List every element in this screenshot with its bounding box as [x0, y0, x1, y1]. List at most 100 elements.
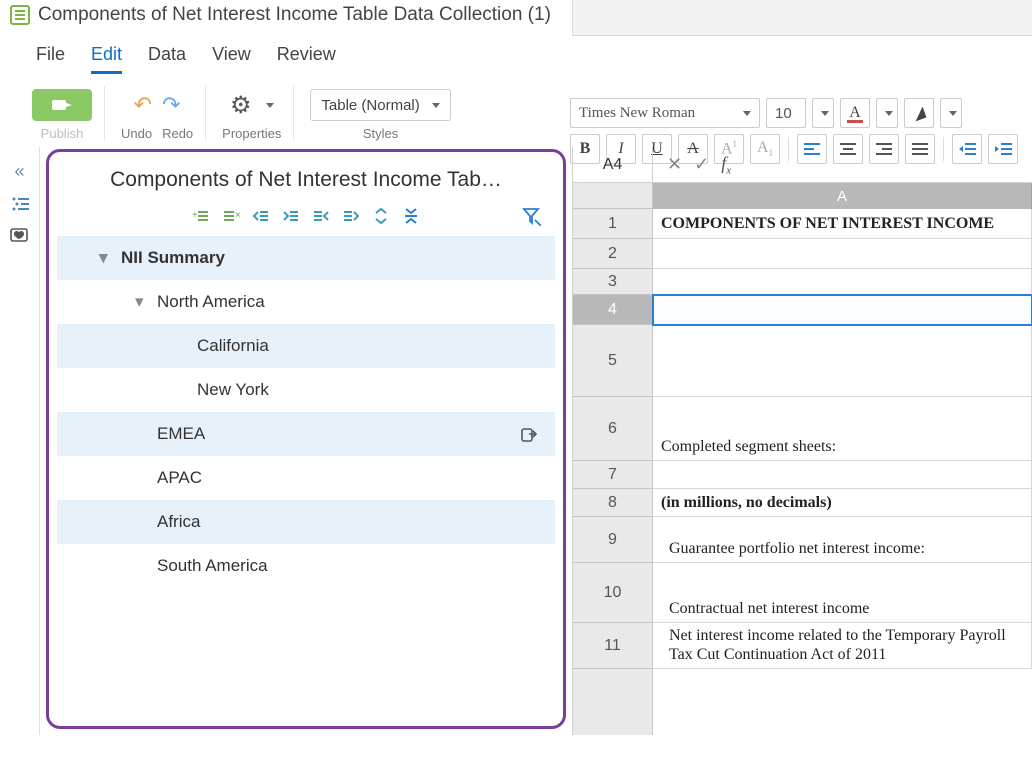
outline-title: Components of Net Interest Income Tab…	[57, 162, 555, 202]
tree-item-new-york[interactable]: New York	[57, 368, 555, 412]
svg-text:+: +	[192, 210, 198, 221]
favorites-rail-icon[interactable]	[10, 226, 30, 244]
header-gray-strip	[572, 0, 1032, 36]
publish-button[interactable]	[32, 89, 92, 121]
cell[interactable]	[653, 239, 1032, 269]
indent-icon[interactable]	[281, 206, 301, 226]
move-right-icon[interactable]	[341, 206, 361, 226]
cancel-edit-icon[interactable]: ✕	[667, 154, 682, 175]
tree-label: NII Summary	[121, 248, 225, 268]
properties-label: Properties	[222, 126, 281, 141]
publish-label: Publish	[41, 126, 84, 141]
cell[interactable]	[653, 295, 1032, 325]
add-section-icon[interactable]: +	[191, 206, 211, 226]
caret-down-icon: ▾	[99, 248, 111, 268]
confirm-edit-icon[interactable]: ✓	[694, 154, 709, 175]
redo-icon[interactable]: ↷	[162, 92, 180, 118]
font-color-button[interactable]: A	[840, 98, 870, 128]
spreadsheet-panel: A4 ✕ ✓ fx 1234567891011 A COMPONENTS OF …	[572, 147, 1032, 735]
outline-panel: Components of Net Interest Income Tab… +…	[46, 149, 566, 729]
name-box[interactable]: A4	[573, 147, 653, 182]
tree-label: EMEA	[157, 424, 205, 444]
caret-down-icon: ▾	[135, 292, 147, 312]
gear-icon[interactable]: ⚙	[230, 91, 252, 120]
tree-item-nii-summary[interactable]: ▾ NII Summary	[57, 236, 555, 280]
menu-data[interactable]: Data	[148, 44, 186, 74]
tree-item-south-america[interactable]: South America	[57, 544, 555, 588]
formula-bar: A4 ✕ ✓ fx	[573, 147, 1032, 183]
row-header[interactable]: 5	[573, 325, 652, 397]
menu-edit[interactable]: Edit	[91, 44, 122, 74]
collapse-rail-icon[interactable]: «	[14, 161, 24, 182]
menu-bar: File Edit Data View Review	[0, 36, 1032, 80]
row-header[interactable]: 7	[573, 461, 652, 489]
fill-color-button[interactable]: ◢	[904, 98, 934, 128]
font-family-select[interactable]: Times New Roman	[570, 98, 760, 128]
style-select-value: Table (Normal)	[321, 97, 419, 114]
fill-color-caret[interactable]	[940, 98, 962, 128]
link-out-icon[interactable]	[521, 426, 537, 442]
tree-item-africa[interactable]: Africa	[57, 500, 555, 544]
expand-icon[interactable]	[371, 206, 391, 226]
redo-label: Redo	[162, 126, 193, 141]
cell[interactable]: COMPONENTS OF NET INTEREST INCOME	[653, 209, 1032, 239]
row-header[interactable]: 8	[573, 489, 652, 517]
tree-item-emea[interactable]: EMEA	[57, 412, 555, 456]
svg-text:×: ×	[235, 210, 240, 221]
tree-label: New York	[197, 380, 269, 400]
row-header[interactable]: 2	[573, 239, 652, 269]
cell[interactable]: Guarantee portfolio net interest income:	[653, 517, 1032, 563]
undo-icon[interactable]: ↶	[134, 92, 152, 118]
tree-item-north-america[interactable]: ▾ North America	[57, 280, 555, 324]
document-icon	[10, 5, 30, 25]
move-left-icon[interactable]	[311, 206, 331, 226]
fx-icon[interactable]: fx	[721, 153, 731, 177]
outline-toolbar: + ×	[57, 202, 555, 236]
cell[interactable]	[653, 461, 1032, 489]
font-size-input[interactable]: 10	[766, 98, 806, 128]
tree-item-apac[interactable]: APAC	[57, 456, 555, 500]
font-size-value: 10	[775, 105, 792, 122]
row-header[interactable]: 9	[573, 517, 652, 563]
row-header[interactable]: 3	[573, 269, 652, 295]
undo-label: Undo	[121, 126, 152, 141]
tree-item-california[interactable]: California	[57, 324, 555, 368]
document-title: Components of Net Interest Income Table …	[38, 4, 551, 26]
font-color-caret[interactable]	[876, 98, 898, 128]
cell[interactable]: Net interest income related to the Tempo…	[653, 623, 1032, 669]
col-header-a[interactable]: A	[653, 183, 1032, 209]
row-header[interactable]: 4	[573, 295, 652, 325]
style-select[interactable]: Table (Normal)	[310, 89, 450, 121]
cell[interactable]: Completed segment sheets:	[653, 397, 1032, 461]
row-header[interactable]: 11	[573, 623, 652, 669]
cell[interactable]	[653, 269, 1032, 295]
menu-review[interactable]: Review	[277, 44, 336, 74]
remove-section-icon[interactable]: ×	[221, 206, 241, 226]
cell[interactable]: Contractual net interest income	[653, 563, 1032, 623]
tree-label: California	[197, 336, 269, 356]
outdent-icon[interactable]	[251, 206, 271, 226]
tree-label: Africa	[157, 512, 200, 532]
font-size-caret[interactable]	[812, 98, 834, 128]
style-caret-icon	[432, 103, 440, 108]
row-header[interactable]: 1	[573, 209, 652, 239]
grid[interactable]: 1234567891011 A COMPONENTS OF NET INTERE…	[573, 183, 1032, 735]
font-family-caret-icon	[743, 111, 751, 116]
menu-view[interactable]: View	[212, 44, 251, 74]
row-headers: 1234567891011	[573, 183, 653, 735]
cell[interactable]: (in millions, no decimals)	[653, 489, 1032, 517]
outline-tree: ▾ NII Summary ▾ North America California…	[57, 236, 555, 588]
outline-rail-icon[interactable]	[11, 196, 29, 212]
properties-caret-icon[interactable]	[266, 103, 274, 108]
cell[interactable]	[653, 325, 1032, 397]
styles-label: Styles	[363, 126, 398, 141]
tree-label: APAC	[157, 468, 202, 488]
collapse-icon[interactable]	[401, 206, 421, 226]
row-header[interactable]: 10	[573, 563, 652, 623]
row-header[interactable]: 6	[573, 397, 652, 461]
font-family-value: Times New Roman	[579, 105, 695, 122]
tree-label: North America	[157, 292, 265, 312]
menu-file[interactable]: File	[36, 44, 65, 74]
filter-icon[interactable]	[521, 206, 541, 226]
tree-label: South America	[157, 556, 268, 576]
